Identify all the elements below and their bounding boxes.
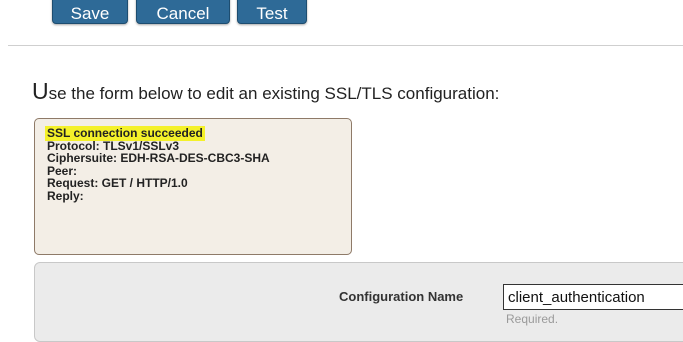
configuration-name-input[interactable] [503,284,683,310]
intro-text: Use the form below to edit an existing S… [32,78,499,105]
configuration-name-label: Configuration Name [339,289,464,304]
status-request: Request: GET / HTTP/1.0 [47,176,188,191]
status-reply: Reply: [47,188,84,203]
configuration-name-hint: Required. [506,312,559,326]
test-button[interactable]: Test [237,0,307,24]
status-ciphersuite: Ciphersuite: EDH-RSA-DES-CBC3-SHA [47,151,270,166]
intro-rest: se the form below to edit an existing SS… [48,84,500,103]
ssl-status-box: SSL connection succeeded Protocol: TLSv1… [34,118,352,255]
divider [8,45,683,46]
save-button[interactable]: Save [52,0,128,24]
intro-dropcap: U [32,78,49,104]
cancel-button[interactable]: Cancel [136,0,230,24]
